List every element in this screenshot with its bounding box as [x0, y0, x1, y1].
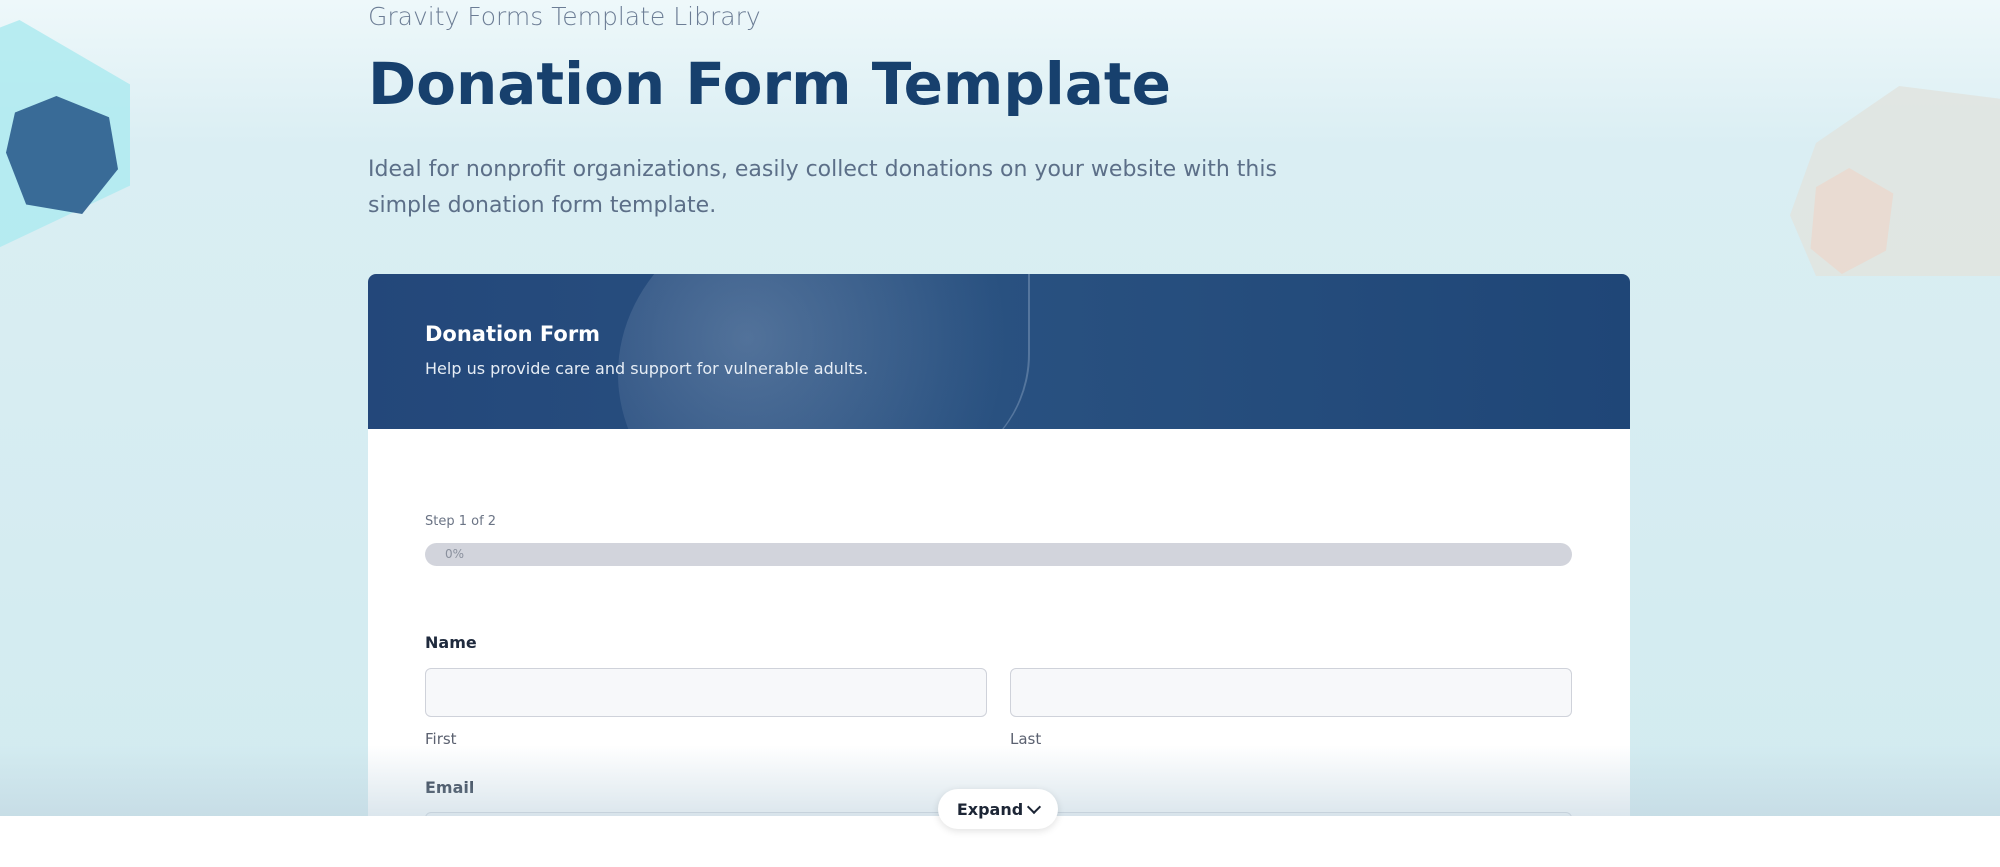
expand-label: Expand [956, 799, 1024, 819]
last-name-sublabel: Last [1010, 730, 1042, 748]
form-header: Donation Form Help us provide care and s… [368, 274, 1630, 429]
header-moon-edge [868, 274, 1030, 429]
form-preview-card: Donation Form Help us provide care and s… [368, 274, 1630, 816]
step-indicator: Step 1 of 2 [425, 514, 497, 529]
page-description: Ideal for nonprofit organizations, easil… [368, 157, 1277, 218]
first-name-sublabel: First [425, 730, 457, 748]
progress-bar: 0% [425, 543, 1572, 566]
name-field-label: Name [425, 633, 477, 652]
last-name-input[interactable] [1010, 668, 1572, 717]
first-name-input[interactable] [425, 668, 987, 717]
page-background: Gravity Forms Template Library Donation … [0, 0, 2000, 816]
form-subtitle: Help us provide care and support for vul… [425, 359, 869, 378]
form-title: Donation Form [425, 322, 601, 346]
library-label: Gravity Forms Template Library [368, 2, 761, 31]
email-field-label: Email [425, 778, 475, 797]
page-title: Donation Form Template [368, 50, 1171, 118]
progress-percentage: 0% [445, 547, 465, 561]
chevron-down-icon [1027, 799, 1042, 814]
expand-button[interactable]: Expand [938, 789, 1058, 829]
